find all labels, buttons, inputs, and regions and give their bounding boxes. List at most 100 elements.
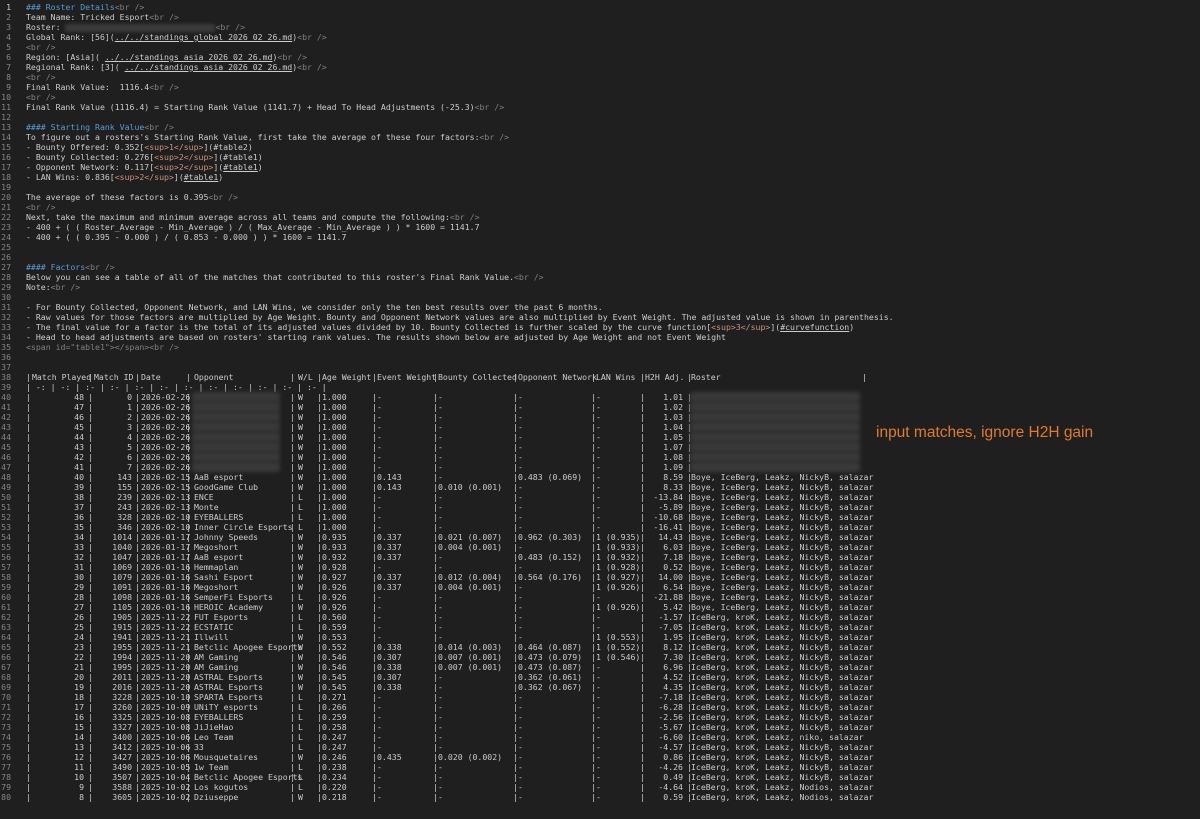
table-row[interactable]: 57 | 31 | 1069 | 2026-01-16 | Hemmaplan | W | 0.928 |… — [0, 562, 1200, 572]
table-row[interactable]: 55 | 33 | 1040 | 2026-01-17 | Megoshort | W | 0.933 |… — [0, 542, 1200, 552]
column-separator: | — [135, 532, 140, 542]
editor-line[interactable]: 21 <br /> — [0, 202, 1200, 212]
editor-line[interactable]: 28 Below you can see a table of all of th… — [0, 272, 1200, 282]
column-separator: | — [640, 632, 645, 642]
column-separator: | — [26, 422, 31, 432]
table-row[interactable]: 78 | 10 | 3507 | 2025-10-04 | Betclic Apogee Esp… — [0, 772, 1200, 782]
table-row[interactable]: 49 | 39 | 155 | 2026-02-15 | GoodGame Club | W | 1.0… — [0, 482, 1200, 492]
table-row[interactable]: 61 | 27 | 1105 | 2026-01-16 | HEROIC Academy | W | 0… — [0, 602, 1200, 612]
table-row[interactable]: 76 | 12 | 3427 | 2025-10-06 | Mousquetaires | W | 0.… — [0, 752, 1200, 762]
line-number: 67 — [1, 662, 11, 672]
editor-line[interactable]: 37 — [0, 362, 1200, 372]
column-separator: | — [186, 482, 191, 492]
editor-line[interactable]: 22 Next, take the maximum and minimum ave… — [0, 212, 1200, 222]
table-row[interactable]: 64 | 24 | 1941 | 2025-11-21 | Illwill | W | 0.553 | - |… — [0, 632, 1200, 642]
column-separator: | — [88, 532, 93, 542]
editor-line[interactable]: 18 - LAN Wins: 0.836[<sup>2</sup>](#table… — [0, 172, 1200, 182]
editor-line[interactable]: 10 <br /> — [0, 92, 1200, 102]
table-row[interactable]: 79 | 9 | 3588 | 2025-10-02 | Los kogutos | L | 0.220… — [0, 782, 1200, 792]
editor-line[interactable]: 5 <br /> — [0, 42, 1200, 52]
markdown-link[interactable]: ../../standings_asia_2026_02_26.md — [125, 62, 293, 72]
table-row[interactable]: 51 | 37 | 243 | 2026-02-13 | Monte | L | 1.000 | - | - | -… — [0, 502, 1200, 512]
column-separator: | — [26, 562, 31, 572]
text-span: <br /> — [149, 12, 179, 22]
column-separator: | — [640, 562, 645, 572]
table-row[interactable]: 72 | 16 | 3325 | 2025-10-08 | EYEBALLERS | L | 0.259… — [0, 712, 1200, 722]
markdown-link[interactable]: #curvefunction — [780, 322, 849, 332]
markdown-link[interactable]: ../../standings_asia_2026_02_26.md — [105, 52, 273, 62]
table-row[interactable]: 54 | 34 | 1014 | 2026-01-17 | Johnny Speeds | W | 0.… — [0, 532, 1200, 542]
editor-line[interactable]: 4 Global Rank: [56](../../standings_globa… — [0, 32, 1200, 42]
table-row[interactable]: 53 | 35 | 346 | 2026-02-10 | Inner Circle Esport… — [0, 522, 1200, 532]
editor-line[interactable]: 30 — [0, 292, 1200, 302]
editor-line[interactable]: 11 Final Rank Value (1116.4) = Starting R… — [0, 102, 1200, 112]
editor-line[interactable]: 14 To figure out a rosters's Starting Ran… — [0, 132, 1200, 142]
table-row[interactable]: 46 | 42 | 6 | 2026-02-26 | | W | 1.000 | - | - | - | - | 1.08… — [0, 452, 1200, 462]
editor-line[interactable]: 23 - 400 + ( ( Roster_Average - Min_Avera… — [0, 222, 1200, 232]
editor-line[interactable]: 1 ### Roster Details<br /> — [0, 2, 1200, 12]
editor-line[interactable]: 13 #### Starting Rank Value<br /> — [0, 122, 1200, 132]
editor-line[interactable]: 25 — [0, 242, 1200, 252]
table-row[interactable]: 77 | 11 | 3490 | 2025-10-05 | 1w Team | L | 0.238 | - |… — [0, 762, 1200, 772]
table-row[interactable]: 70 | 18 | 3228 | 2025-10-10 | SPARTA Esports | L | 0… — [0, 692, 1200, 702]
markdown-link[interactable]: #table1 — [184, 172, 219, 182]
table-row[interactable]: 59 | 29 | 1091 | 2026-01-16 | Megoshort | W | 0.926 |… — [0, 582, 1200, 592]
column-separator: | — [135, 612, 140, 622]
editor-line[interactable]: 34 - Head to head adjustments are based o… — [0, 332, 1200, 342]
table-row[interactable]: 62 | 26 | 1905 | 2025-11-22 | FUT Esports | L | 0.56… — [0, 612, 1200, 622]
editor-line[interactable]: 17 - Opponent Network: 0.117[<sup>2</sup>… — [0, 162, 1200, 172]
table-row[interactable]: 74 | 14 | 3400 | 2025-10-06 | Leo Team | L | 0.247 | -… — [0, 732, 1200, 742]
editor-line[interactable]: 3 Roster: <br /> — [0, 22, 1200, 32]
markdown-editor[interactable]: 1 ### Roster Details<br /> 2 Team Name: Tri… — [0, 0, 1200, 819]
editor-line[interactable]: 9 Final Rank Value: 1116.4<br /> — [0, 82, 1200, 92]
editor-line[interactable]: 20 The average of these factors is 0.395<… — [0, 192, 1200, 202]
table-row[interactable]: 50 | 38 | 239 | 2026-02-13 | ENCE | L | 1.000 | - | - | - |… — [0, 492, 1200, 502]
table-row[interactable]: 68 | 20 | 2011 | 2025-11-20 | ASTRAL Esports | W | 0… — [0, 672, 1200, 682]
table-row[interactable]: 67 | 21 | 1995 | 2025-11-20 | AM Gaming | W | 0.546 |… — [0, 662, 1200, 672]
table-row[interactable]: 56 | 32 | 1047 | 2026-01-17 | AaB esport | W | 0.932… — [0, 552, 1200, 562]
table-row[interactable]: 71 | 17 | 3260 | 2025-10-09 | UNiTY esports | L | 0.… — [0, 702, 1200, 712]
markdown-link[interactable]: ../../standings_global_2026_02_26.md — [115, 32, 292, 42]
table-row[interactable]: 42 | 46 | 2 | 2026-02-26 | | W | 1.000 | - | - | - | - | 1.03… — [0, 412, 1200, 422]
table-row[interactable]: 75 | 13 | 3412 | 2025-10-06 | 33 | L | 0.247 | - | - | - | -… — [0, 742, 1200, 752]
editor-line[interactable]: 12 — [0, 112, 1200, 122]
table-row[interactable]: 69 | 19 | 2016 | 2025-11-20 | ASTRAL Esports | W | 0… — [0, 682, 1200, 692]
table-row[interactable]: 40 | 48 | 0 | 2026-02-26 | | W | 1.000 | - | - | - | - | 1.01… — [0, 392, 1200, 402]
editor-line[interactable]: 6 Region: [Asia]( ../../standings_asia_20… — [0, 52, 1200, 62]
table-row[interactable]: 41 | 47 | 1 | 2026-02-26 | | W | 1.000 | - | - | - | - | 1.02… — [0, 402, 1200, 412]
table-row[interactable]: 80 | 8 | 3605 | 2025-10-02 | Dziuseppe | W | 0.218 | -… — [0, 792, 1200, 802]
table-row[interactable]: 48 | 40 | 143 | 2026-02-15 | AaB esport | W | 1.000 |… — [0, 472, 1200, 482]
column-separator: | — [186, 652, 191, 662]
table-row[interactable]: 58 | 30 | 1079 | 2026-01-16 | Sashi Esport | W | 0.9… — [0, 572, 1200, 582]
table-row[interactable]: 45 | 43 | 5 | 2026-02-26 | | W | 1.000 | - | - | - | - | 1.07… — [0, 442, 1200, 452]
editor-line[interactable]: 7 Regional Rank: [3]( ../../standings_asi… — [0, 62, 1200, 72]
editor-line[interactable]: 32 - Raw values for those factors are mul… — [0, 312, 1200, 322]
editor-line[interactable]: 16 - Bounty Collected: 0.276[<sup>2</sup>… — [0, 152, 1200, 162]
editor-line[interactable]: 2 Team Name: Tricked Esport<br /> — [0, 12, 1200, 22]
markdown-heading: #### Starting Rank Value — [26, 122, 145, 132]
editor-line[interactable]: 35 <span id="table1"></span><br /> — [0, 342, 1200, 352]
table-row[interactable]: 63 | 25 | 1915 | 2025-11-22 | ECSTATIC | L | 0.559 | -… — [0, 622, 1200, 632]
editor-line[interactable]: 33 - The final value for a factor is the … — [0, 322, 1200, 332]
table-header-row[interactable]: 38 | Match Played | Match ID | Date | Opponent | W… — [0, 372, 1200, 382]
table-row[interactable]: 66 | 22 | 1994 | 2025-11-20 | AM Gaming | W | 0.546 |… — [0, 652, 1200, 662]
markdown-link[interactable]: #table1 — [223, 162, 258, 172]
table-row[interactable]: 52 | 36 | 328 | 2026-02-10 | EYEBALLERS | L | 1.000 |… — [0, 512, 1200, 522]
table-row[interactable]: 47 | 41 | 7 | 2026-02-26 | | W | 1.000 | - | - | - | - | 1.09… — [0, 462, 1200, 472]
line-number: 41 — [1, 402, 11, 412]
editor-line[interactable]: 36 — [0, 352, 1200, 362]
editor-line[interactable]: 29 Note:<br /> — [0, 282, 1200, 292]
editor-line[interactable]: 19 — [0, 182, 1200, 192]
table-align-row[interactable]: 39 | -: | -: | :- | :- | :- | :- | :- | :… — [0, 382, 1200, 392]
line-number: 21 — [1, 202, 11, 212]
table-row[interactable]: 73 | 15 | 3327 | 2025-10-08 | JiJieHao | L | 0.258 | -… — [0, 722, 1200, 732]
table-row[interactable]: 60 | 28 | 1098 | 2026-01-16 | SemperFi Esports | L… — [0, 592, 1200, 602]
table-row[interactable]: 65 | 23 | 1955 | 2025-11-21 | Betclic Apogee Esp… — [0, 642, 1200, 652]
editor-line[interactable]: 31 - For Bounty Collected, Opponent Netwo… — [0, 302, 1200, 312]
editor-line[interactable]: 15 - Bounty Offered: 0.352[<sup>1</sup>](… — [0, 142, 1200, 152]
editor-line[interactable]: 27 #### Factors<br /> — [0, 262, 1200, 272]
editor-line[interactable]: 24 - 400 + ( ( 0.395 - 0.000 ) / ( 0.853 … — [0, 232, 1200, 242]
column-separator: | — [186, 742, 191, 752]
editor-line[interactable]: 26 — [0, 252, 1200, 262]
editor-line[interactable]: 8 <br /> — [0, 72, 1200, 82]
